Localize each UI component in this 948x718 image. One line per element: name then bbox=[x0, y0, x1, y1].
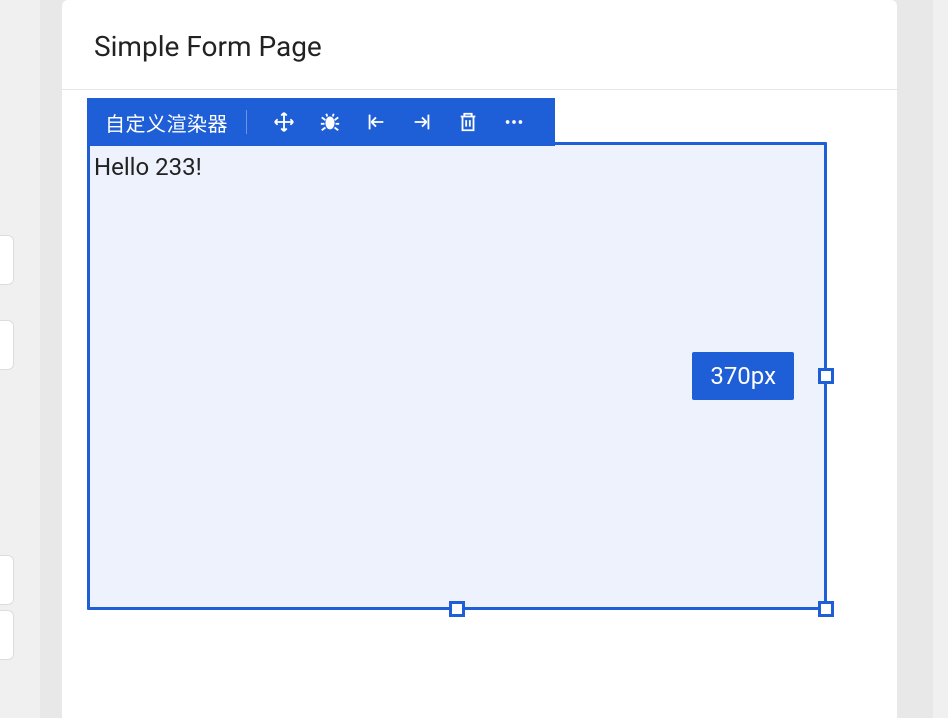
move-icon[interactable] bbox=[267, 105, 301, 139]
editor-background: Simple Form Page 自定义渲染器 bbox=[40, 0, 933, 718]
toolbar-separator bbox=[246, 110, 247, 134]
canvas-content: Hello 233! bbox=[90, 145, 824, 189]
card-header: Simple Form Page bbox=[62, 0, 897, 90]
form-card: Simple Form Page 自定义渲染器 bbox=[62, 0, 897, 718]
side-peek-button[interactable] bbox=[0, 610, 14, 660]
insert-before-icon[interactable] bbox=[359, 105, 393, 139]
toolbar-label: 自定义渲染器 bbox=[105, 108, 228, 137]
side-peek-button[interactable] bbox=[0, 235, 14, 285]
page-title: Simple Form Page bbox=[94, 30, 865, 63]
trash-icon[interactable] bbox=[451, 105, 485, 139]
resize-handle-south[interactable] bbox=[449, 601, 465, 617]
side-peek-button[interactable] bbox=[0, 320, 14, 370]
resize-handle-east[interactable] bbox=[818, 368, 834, 384]
bug-icon[interactable] bbox=[313, 105, 347, 139]
editor-area: 自定义渲染器 bbox=[62, 90, 897, 140]
more-icon[interactable] bbox=[497, 105, 531, 139]
size-badge: 370px bbox=[692, 352, 794, 400]
custom-renderer-canvas[interactable]: Hello 233! 370px bbox=[87, 142, 827, 610]
insert-after-icon[interactable] bbox=[405, 105, 439, 139]
resize-handle-southeast[interactable] bbox=[818, 601, 834, 617]
selection-toolbar: 自定义渲染器 bbox=[87, 98, 555, 146]
side-peek-button[interactable] bbox=[0, 555, 14, 605]
